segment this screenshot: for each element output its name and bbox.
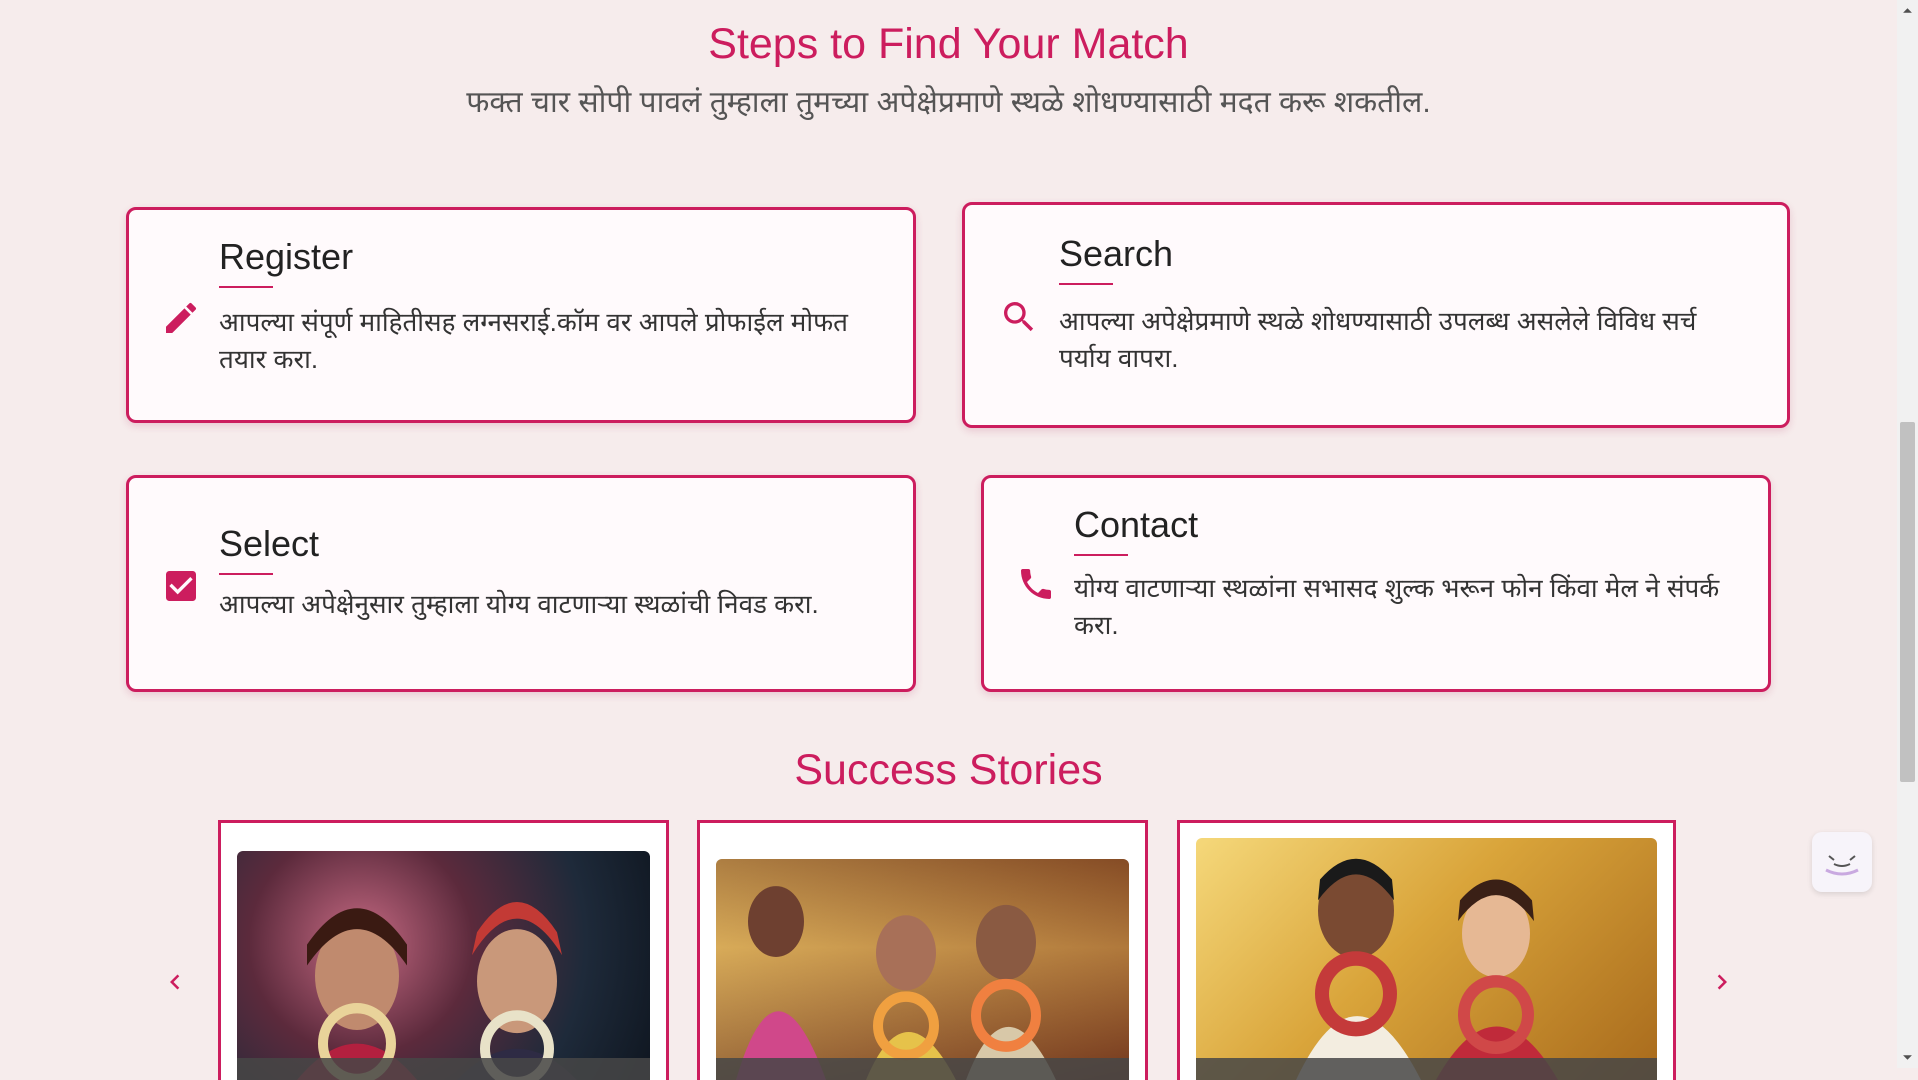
step-description-register: आपल्या संपूर्ण माहितीसह लग्नसराई.कॉम वर … bbox=[219, 304, 899, 378]
step-description-contact: योग्य वाटणाऱ्या स्थळांना सभासद शुल्क भरू… bbox=[1074, 570, 1754, 644]
vertical-scrollbar[interactable] bbox=[1897, 0, 1918, 1068]
success-stories-title: Success Stories bbox=[794, 746, 1103, 794]
title-underline bbox=[219, 286, 273, 288]
step-card-register: Register आपल्या संपूर्ण माहितीसह लग्नसरा… bbox=[126, 207, 916, 423]
story-image bbox=[237, 851, 650, 1080]
step-description-line: योग्य वाटणाऱ्या स्थळांना सभासद शुल्क भरू… bbox=[1074, 573, 1720, 603]
step-title-register: Register bbox=[219, 236, 354, 277]
floating-chat-widget[interactable] bbox=[1812, 832, 1872, 892]
story-card[interactable] bbox=[697, 820, 1148, 1080]
step-description-line: पर्याय वापरा. bbox=[1059, 343, 1179, 373]
step-card-search: Search आपल्या अपेक्षेप्रमाणे स्थळे शोधण्… bbox=[962, 202, 1790, 428]
step-description-line: तयार करा. bbox=[219, 344, 319, 374]
title-underline bbox=[1059, 283, 1113, 285]
story-caption-bar bbox=[237, 1058, 650, 1080]
couple-photo-1 bbox=[297, 902, 577, 1080]
step-description-line: आपल्या अपेक्षेप्रमाणे स्थळे शोधण्यासाठी … bbox=[1059, 306, 1697, 336]
story-image bbox=[716, 859, 1129, 1080]
chat-face-icon bbox=[1825, 855, 1859, 876]
story-image bbox=[1196, 838, 1657, 1080]
step-description-line: आपल्या संपूर्ण माहितीसह लग्नसराई.कॉम वर … bbox=[219, 307, 848, 337]
chevron-right-icon[interactable] bbox=[1707, 962, 1737, 1002]
chevron-left-icon[interactable] bbox=[160, 962, 190, 1002]
title-underline bbox=[219, 573, 273, 575]
story-caption-bar bbox=[1196, 1058, 1657, 1080]
story-caption-bar bbox=[716, 1058, 1129, 1080]
step-description-search: आपल्या अपेक्षेप्रमाणे स्थळे शोधण्यासाठी … bbox=[1059, 303, 1769, 377]
steps-title: Steps to Find Your Match bbox=[708, 20, 1189, 68]
page: Steps to Find Your Match फक्त चार सोपी प… bbox=[0, 0, 1897, 1080]
phone-icon bbox=[1021, 569, 1051, 599]
title-underline bbox=[1074, 554, 1128, 556]
step-description-select: आपल्या अपेक्षेनुसार तुम्हाला योग्य वाटणा… bbox=[219, 586, 899, 623]
scroll-down-icon[interactable] bbox=[1902, 1052, 1913, 1063]
pencil-icon bbox=[166, 302, 197, 333]
story-card[interactable] bbox=[1177, 820, 1676, 1080]
scroll-up-icon[interactable] bbox=[1902, 5, 1913, 16]
scrollbar-thumb[interactable] bbox=[1900, 422, 1915, 782]
checkbox-icon bbox=[166, 571, 196, 601]
step-description-line: करा. bbox=[1074, 610, 1119, 640]
step-title-select: Select bbox=[219, 523, 320, 564]
step-description-line: आपल्या अपेक्षेनुसार तुम्हाला योग्य वाटणा… bbox=[219, 589, 819, 619]
step-title-search: Search bbox=[1059, 233, 1174, 274]
story-card[interactable] bbox=[218, 820, 669, 1080]
step-title-contact: Contact bbox=[1074, 504, 1199, 545]
step-card-select: Select आपल्या अपेक्षेनुसार तुम्हाला योग्… bbox=[126, 475, 916, 692]
step-card-contact: Contact योग्य वाटणाऱ्या स्थळांना सभासद श… bbox=[981, 475, 1771, 692]
search-icon bbox=[1004, 302, 1034, 332]
steps-subtitle: फक्त चार सोपी पावलं तुम्हाला तुमच्या अपे… bbox=[466, 86, 1431, 119]
couple-photo-3 bbox=[1296, 858, 1558, 1080]
couple-photo-2 bbox=[716, 859, 1129, 1080]
